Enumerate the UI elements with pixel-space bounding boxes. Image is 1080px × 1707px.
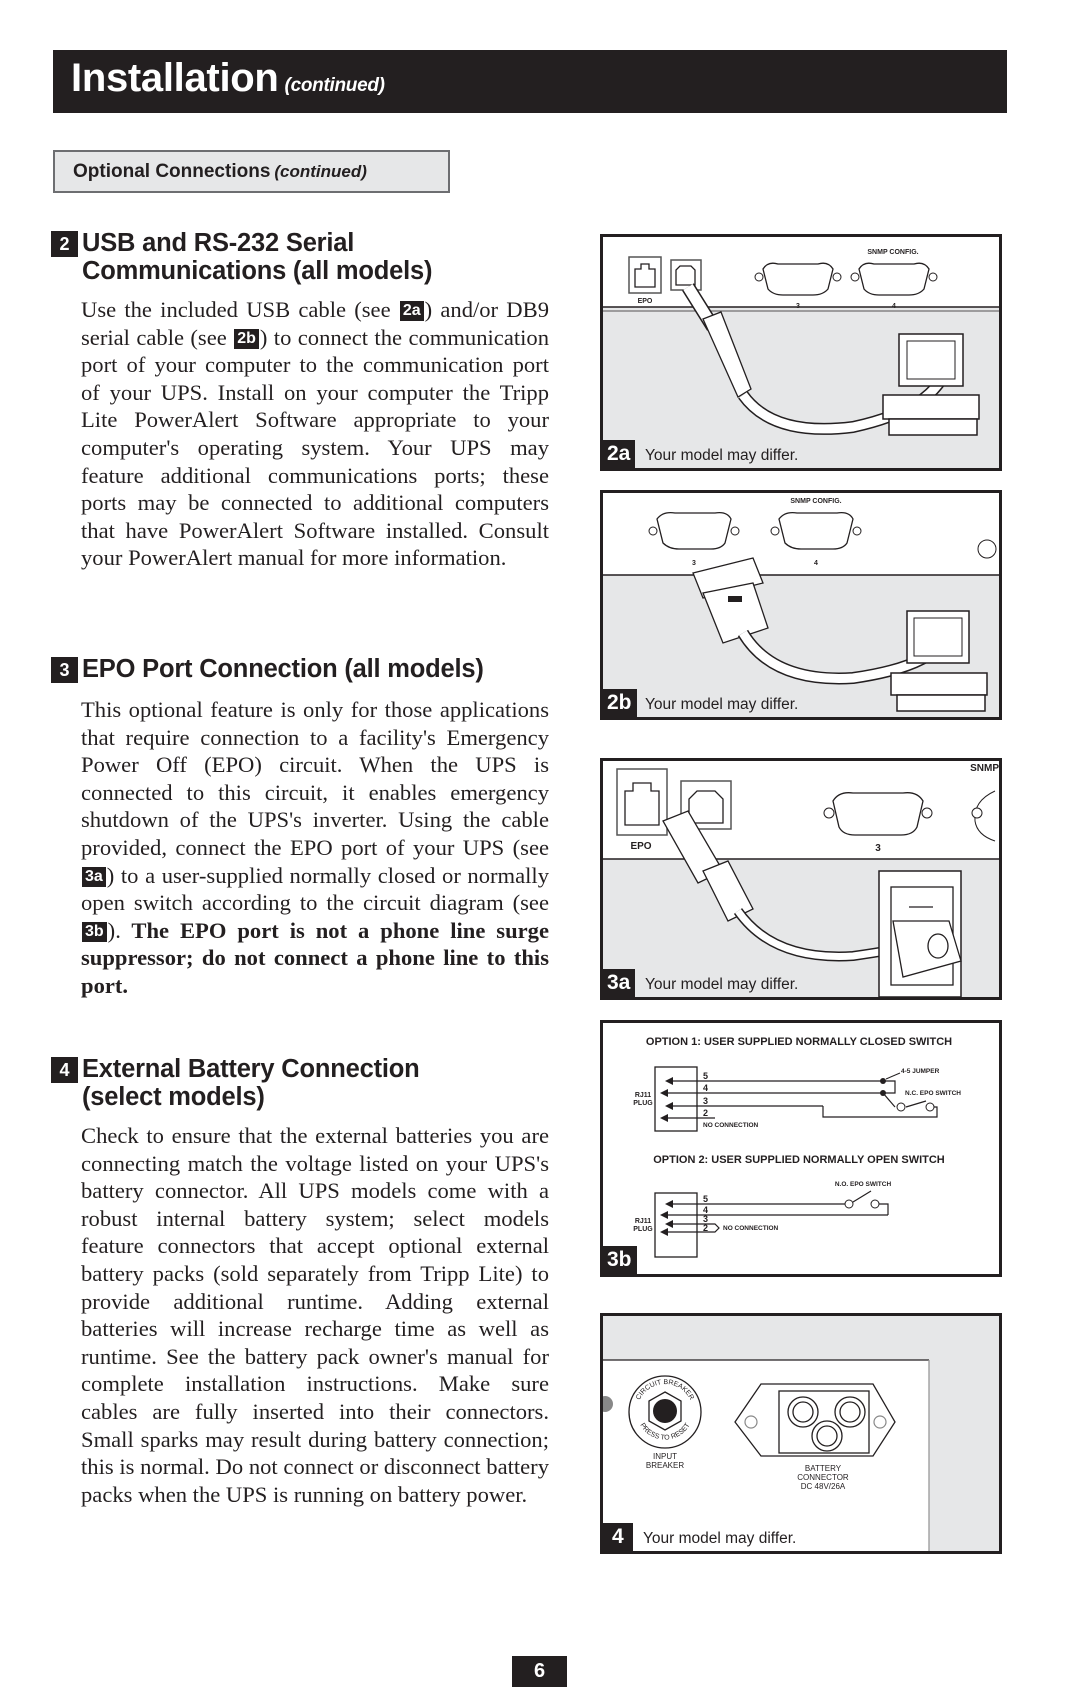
figure-caption: Your model may differ. xyxy=(645,696,799,713)
pin-label: 4 xyxy=(703,1083,708,1093)
plug-label: PLUG xyxy=(633,1226,653,1233)
section-heading: EPO Port Connection (all models) xyxy=(82,655,484,683)
figure-caption: Your model may differ. xyxy=(645,447,799,464)
option2-circuit: RJ11 PLUG 5 4 3 2 NO CONNECTION N.O. EPO… xyxy=(633,1181,892,1258)
figure-2a-usb-connection: EPO 3 4 SNMP CONFIG. 2a Your model may d… xyxy=(600,234,1002,471)
connector-rating: DC 48V/26A xyxy=(801,1482,846,1491)
connector-label: CONNECTOR xyxy=(797,1473,849,1482)
port-label-4: 4 xyxy=(892,303,896,310)
pin-label: 2 xyxy=(703,1223,708,1233)
connector-label: BATTERY xyxy=(805,1464,842,1473)
figure-label: 2a xyxy=(603,440,636,468)
nc-switch-label: N.C. EPO SWITCH xyxy=(905,1090,961,1097)
figure-label: 2b xyxy=(603,689,637,717)
section-subheader: Optional Connections (continued) xyxy=(53,150,450,193)
port-label-snmp: SNMP CONFIG. xyxy=(790,498,841,505)
figure-ref-2b[interactable]: 2b xyxy=(234,328,259,349)
serial-port-3-icon xyxy=(823,792,933,836)
figure-label: 3b xyxy=(603,1246,637,1274)
usb-connection-illustration: EPO 3 4 SNMP CONFIG. xyxy=(603,237,999,436)
figure-3a-epo-connection: EPO 3 SNMP 3a Your model may differ. xyxy=(600,758,1002,1000)
figure-caption: Your model may differ. xyxy=(643,1530,797,1547)
jumper-label: 4-5 JUMPER xyxy=(901,1068,940,1075)
option1-title: OPTION 1: USER SUPPLIED NORMALLY CLOSED … xyxy=(646,1036,952,1048)
page-title-text: Installation xyxy=(71,56,279,100)
page-number: 6 xyxy=(512,1656,567,1687)
pin-label: 3 xyxy=(703,1096,708,1106)
figure-caption: Your model may differ. xyxy=(645,976,799,993)
no-connection-label: NO CONNECTION xyxy=(703,1122,759,1129)
section-heading-line: (select models) xyxy=(82,1083,265,1111)
serial-connection-illustration: 3 4 SNMP CONFIG. xyxy=(603,493,999,712)
figure-label: 4 xyxy=(603,1523,633,1551)
port-label-snmp: SNMP xyxy=(970,763,999,774)
port-label-3: 3 xyxy=(692,560,696,567)
section-body: Use the included USB cable (see 2a) and/… xyxy=(81,296,549,572)
body-text: ). xyxy=(107,917,121,943)
section-heading: External Battery Connection (select mode… xyxy=(82,1055,420,1111)
section-heading-line: EPO Port Connection (all models) xyxy=(82,655,484,683)
pin-label: 5 xyxy=(703,1071,708,1081)
figure-ref-2a[interactable]: 2a xyxy=(399,301,424,321)
epo-switch-icon xyxy=(878,870,962,997)
option2-title: OPTION 2: USER SUPPLIED NORMALLY OPEN SW… xyxy=(653,1154,945,1166)
page-header: Installation (continued) xyxy=(53,50,1007,113)
figure-3b-epo-circuit-diagram: OPTION 1: USER SUPPLIED NORMALLY CLOSED … xyxy=(600,1020,1002,1277)
section-heading-line: Communications (all models) xyxy=(82,257,433,285)
body-text: ) to a user-supplied normally closed or … xyxy=(81,862,549,916)
section-body: Check to ensure that the external batter… xyxy=(81,1123,549,1507)
rj11-label: RJ11 xyxy=(635,1218,651,1225)
epo-port-icon xyxy=(616,768,668,836)
option1-circuit: RJ11 PLUG 5 4 3 2 NO CONNECTION 4-5 JUMP… xyxy=(633,1066,961,1132)
section-number-badge: 3 xyxy=(51,657,78,683)
port-label-3: 3 xyxy=(875,843,881,854)
figure-label: 3a xyxy=(603,969,636,997)
port-label-epo: EPO xyxy=(630,841,651,852)
no-connection-label: NO CONNECTION xyxy=(723,1225,779,1232)
section-heading-line: USB and RS-232 Serial xyxy=(82,229,355,257)
figure-2b-serial-connection: 3 4 SNMP CONFIG. 2b Your model may diffe… xyxy=(600,490,1002,720)
body-text: ) to connect the communication port of y… xyxy=(81,324,549,571)
section-heading: USB and RS-232 Serial Communications (al… xyxy=(82,229,432,285)
port-label-snmp: SNMP CONFIG. xyxy=(867,249,918,256)
pin-label: 5 xyxy=(703,1194,708,1204)
epo-circuit-diagram: OPTION 1: USER SUPPLIED NORMALLY CLOSED … xyxy=(633,1036,961,1258)
port-label-4: 4 xyxy=(814,560,818,567)
section-heading-line: External Battery Connection xyxy=(82,1055,420,1083)
epo-connection-illustration: EPO 3 SNMP xyxy=(603,761,999,997)
breaker-label: BREAKER xyxy=(646,1461,684,1470)
warning-text: The EPO port is not a phone line surge s… xyxy=(81,917,549,998)
plug-label: PLUG xyxy=(633,1100,653,1107)
section-number-badge: 4 xyxy=(51,1057,78,1083)
rj11-label: RJ11 xyxy=(635,1092,651,1099)
body-text: This optional feature is only for those … xyxy=(81,697,549,860)
section-body: This optional feature is only for those … xyxy=(81,696,549,1000)
port-label-epo: EPO xyxy=(638,298,653,305)
subheader-title: Optional Connections xyxy=(73,161,271,182)
body-text: Use the included USB cable (see xyxy=(81,297,399,322)
page-title: Installation (continued) xyxy=(71,56,385,101)
section-number-badge: 2 xyxy=(51,231,78,257)
epo-port-icon xyxy=(628,256,662,294)
pin-label: 2 xyxy=(703,1108,708,1118)
battery-connector-illustration: CIRCUIT BREAKER PRESS TO RESET INPUT BRE… xyxy=(603,1359,930,1551)
figure-ref-3a[interactable]: 3a xyxy=(82,866,106,887)
computer-icon xyxy=(882,333,980,436)
no-switch-label: N.O. EPO SWITCH xyxy=(835,1181,892,1188)
usb-port-icon xyxy=(670,259,702,291)
db9-cable-icon xyxy=(692,557,948,685)
breaker-label: INPUT xyxy=(653,1452,677,1461)
page-title-suffix: (continued) xyxy=(284,75,385,96)
figure-4-battery-connector: CIRCUIT BREAKER PRESS TO RESET INPUT BRE… xyxy=(600,1313,1002,1554)
port-label-3: 3 xyxy=(796,303,800,310)
figure-ref-3b[interactable]: 3b xyxy=(82,921,107,942)
subheader-suffix: (continued) xyxy=(274,162,367,181)
